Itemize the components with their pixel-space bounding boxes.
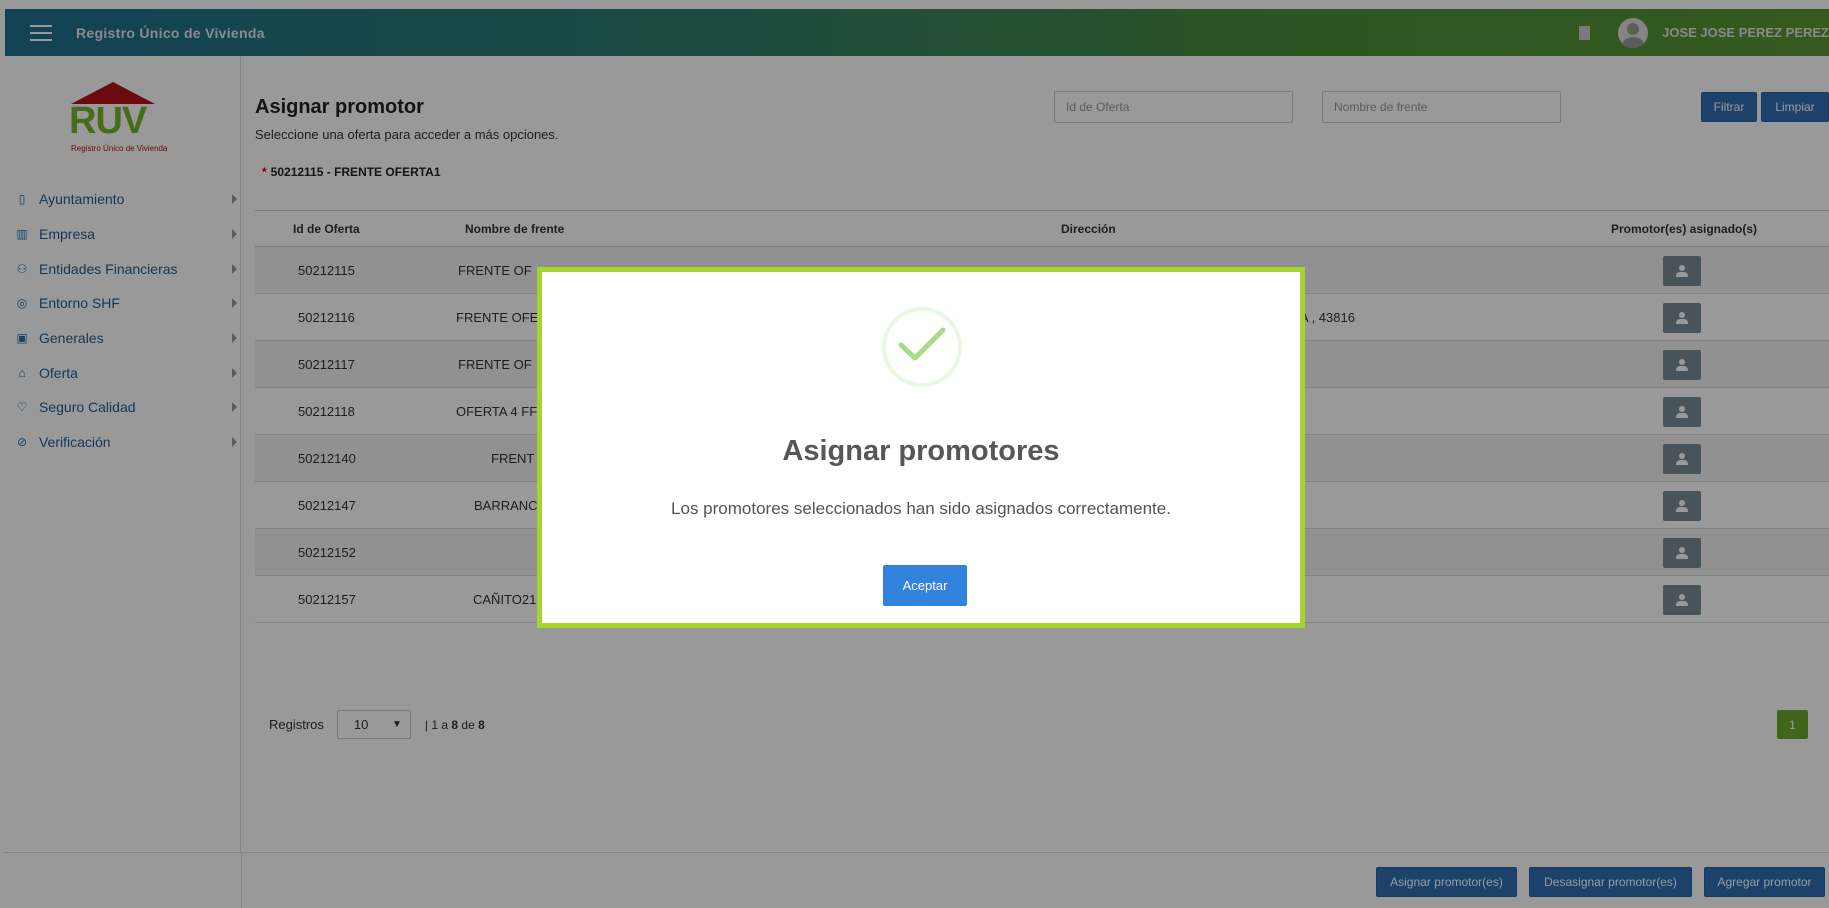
dialog-message: Los promotores seleccionados han sido as…	[671, 499, 1171, 518]
accept-button[interactable]: Aceptar	[883, 565, 967, 606]
success-dialog: Asignar promotores Los promotores selecc…	[537, 267, 1305, 628]
success-check-icon	[882, 307, 962, 387]
dialog-title: Asignar promotores	[782, 435, 1060, 467]
